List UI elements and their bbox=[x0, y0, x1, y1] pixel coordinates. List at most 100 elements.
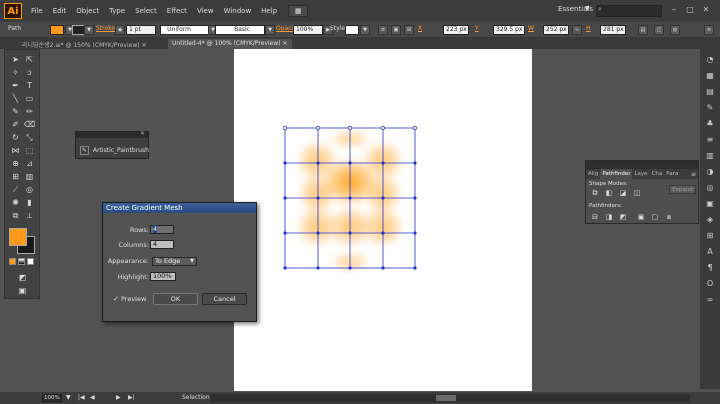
menu-window[interactable]: Window bbox=[219, 7, 257, 15]
type-tool-icon[interactable]: T bbox=[23, 80, 36, 91]
h-field[interactable]: 281 px bbox=[600, 25, 626, 35]
outline-icon[interactable]: ▢ bbox=[650, 213, 660, 221]
minus-back-icon[interactable]: ⧈ bbox=[664, 213, 674, 221]
w-field[interactable]: 252 px bbox=[543, 25, 569, 35]
minus-front-icon[interactable]: ◧ bbox=[604, 189, 614, 197]
panel-header[interactable]: ✕ bbox=[76, 130, 148, 138]
minimize-button[interactable]: – bbox=[668, 4, 680, 15]
scrollbar-thumb[interactable] bbox=[436, 395, 456, 401]
menu-edit[interactable]: Edit bbox=[48, 7, 72, 15]
links-icon[interactable]: ∞ bbox=[704, 293, 716, 305]
zoom-field[interactable]: 100% bbox=[42, 394, 62, 402]
last-artboard-icon[interactable]: ▶| bbox=[128, 394, 135, 401]
tab-document-1[interactable]: 리니딩손생2.ai* @ 150% (CMYK/Preview) ✕ bbox=[18, 39, 151, 49]
isolate-icon[interactable]: ◫ bbox=[654, 25, 664, 35]
character-icon[interactable]: A bbox=[704, 245, 716, 257]
drawing-mode-icon[interactable]: ◩ bbox=[16, 272, 29, 283]
eyedropper-tool-icon[interactable]: ⟋ bbox=[9, 184, 22, 195]
horizontal-scrollbar[interactable] bbox=[210, 394, 690, 402]
x-field[interactable]: 223 px bbox=[443, 25, 469, 35]
unite-icon[interactable]: ⧉ bbox=[590, 189, 600, 197]
magic-wand-tool-icon[interactable]: ✧ bbox=[9, 67, 22, 78]
pen-tool-icon[interactable]: ✒ bbox=[9, 80, 22, 91]
chevron-down-icon[interactable]: ▼ bbox=[66, 394, 71, 401]
tab-layers[interactable]: Laye bbox=[632, 169, 649, 179]
columns-field[interactable]: 4 bbox=[150, 240, 174, 249]
exclude-icon[interactable]: ◫ bbox=[632, 189, 642, 197]
panel-menu-icon[interactable]: ≡ bbox=[691, 171, 696, 178]
direct-selection-tool-icon[interactable]: ⇱ bbox=[23, 54, 36, 65]
dialog-title[interactable]: Create Gradient Mesh bbox=[103, 203, 256, 213]
search-input[interactable] bbox=[596, 5, 662, 17]
first-artboard-icon[interactable]: |◀ bbox=[78, 394, 85, 401]
eraser-tool-icon[interactable]: ⌫ bbox=[23, 119, 36, 130]
rotate-tool-icon[interactable]: ↻ bbox=[9, 132, 22, 143]
recolor-icon[interactable]: ◍ bbox=[670, 25, 680, 35]
menu-effect[interactable]: Effect bbox=[162, 7, 192, 15]
opentype-icon[interactable]: O bbox=[704, 277, 716, 289]
gradient-mode-button[interactable] bbox=[18, 258, 25, 265]
align-icon[interactable]: ≡ bbox=[378, 25, 388, 35]
fill-swatch-control[interactable] bbox=[50, 25, 64, 35]
tab-document-2[interactable]: Untitled-4* @ 100% (CMYK/Preview) ✕ bbox=[168, 39, 292, 49]
ok-button[interactable]: OK bbox=[153, 293, 198, 305]
shape-builder-tool-icon[interactable]: ⊕ bbox=[9, 158, 22, 169]
transform-icon[interactable]: ▣ bbox=[391, 25, 401, 35]
menu-help[interactable]: Help bbox=[256, 7, 282, 15]
opacity-field[interactable]: 100% bbox=[293, 25, 323, 35]
paintbrush-tool-icon[interactable]: ✎ bbox=[9, 106, 22, 117]
reference-point-icon[interactable]: ⊞ bbox=[404, 25, 414, 35]
fill-color-swatch[interactable] bbox=[9, 228, 27, 246]
menu-type[interactable]: Type bbox=[104, 7, 130, 15]
h-label[interactable]: H bbox=[586, 25, 591, 32]
stroke-weight-stepper[interactable]: ◆ bbox=[115, 25, 125, 35]
blob-brush-tool-icon[interactable]: ✐ bbox=[9, 119, 22, 130]
maximize-button[interactable]: □ bbox=[684, 4, 696, 15]
y-label[interactable]: Y bbox=[475, 25, 479, 32]
stroke-weight-field[interactable]: 1 pt bbox=[126, 25, 156, 35]
tab-paragraph[interactable]: Para bbox=[664, 169, 680, 179]
merge-icon[interactable]: ◩ bbox=[618, 213, 628, 221]
blend-tool-icon[interactable]: ◎ bbox=[23, 184, 36, 195]
menu-view[interactable]: View bbox=[192, 7, 219, 15]
x-label[interactable]: X bbox=[418, 25, 422, 32]
brush-row[interactable]: ✎ Artistic_Paintbrush bbox=[80, 146, 149, 155]
slice-tool-icon[interactable]: ⟂ bbox=[23, 210, 36, 221]
layers-icon[interactable]: ◈ bbox=[704, 213, 716, 225]
scale-tool-icon[interactable]: ⤡ bbox=[23, 132, 36, 143]
chevron-down-icon[interactable]: ▼ bbox=[265, 25, 275, 35]
cancel-button[interactable]: Cancel bbox=[202, 293, 247, 305]
brush-definition[interactable]: Basic bbox=[215, 25, 265, 35]
highlight-field[interactable]: 100% bbox=[150, 272, 176, 281]
mesh-tool-icon[interactable]: ⊞ bbox=[9, 171, 22, 182]
rectangle-tool-icon[interactable]: ▭ bbox=[23, 93, 36, 104]
chevron-down-icon[interactable]: ▼ bbox=[360, 25, 370, 35]
panel-header[interactable] bbox=[586, 161, 698, 169]
tab-pathfinder[interactable]: Pathfinder bbox=[600, 169, 633, 179]
perspective-grid-tool-icon[interactable]: ⊿ bbox=[23, 158, 36, 169]
close-icon[interactable]: ✕ bbox=[140, 130, 145, 137]
stroke-panel-link[interactable]: Stroke bbox=[96, 25, 115, 32]
hand-tool-icon[interactable] bbox=[9, 216, 22, 227]
paragraph-icon[interactable]: ¶ bbox=[704, 261, 716, 273]
preview-checkbox[interactable]: ✓ bbox=[113, 295, 119, 303]
brushes-icon[interactable]: ✎ bbox=[704, 101, 716, 113]
color-panel-icon[interactable]: ◔ bbox=[704, 53, 716, 65]
transparency-icon[interactable]: ◑ bbox=[704, 165, 716, 177]
line-tool-icon[interactable]: ╲ bbox=[9, 93, 22, 104]
artboards-icon[interactable]: ⊞ bbox=[704, 229, 716, 241]
menu-object[interactable]: Object bbox=[71, 7, 104, 15]
gradient-mesh-object[interactable] bbox=[280, 122, 420, 274]
graph-tool-icon[interactable]: ▮ bbox=[23, 197, 36, 208]
selection-tool-icon[interactable]: ➤ bbox=[9, 54, 22, 65]
y-field[interactable]: 329.5 px bbox=[493, 25, 525, 35]
chevron-down-icon[interactable]: ▼ bbox=[585, 5, 590, 12]
trim-icon[interactable]: ◨ bbox=[604, 213, 614, 221]
divide-icon[interactable]: ⊟ bbox=[590, 213, 600, 221]
screen-mode-icon[interactable]: ▣ bbox=[16, 285, 29, 296]
stroke-panel-icon[interactable]: ≡ bbox=[704, 133, 716, 145]
gradient-tool-icon[interactable]: ▥ bbox=[23, 171, 36, 182]
symbols-icon[interactable]: ♣ bbox=[704, 117, 716, 129]
transform-panel-icon[interactable]: ▤ bbox=[638, 25, 648, 35]
prev-artboard-icon[interactable]: ◀ bbox=[90, 394, 95, 401]
